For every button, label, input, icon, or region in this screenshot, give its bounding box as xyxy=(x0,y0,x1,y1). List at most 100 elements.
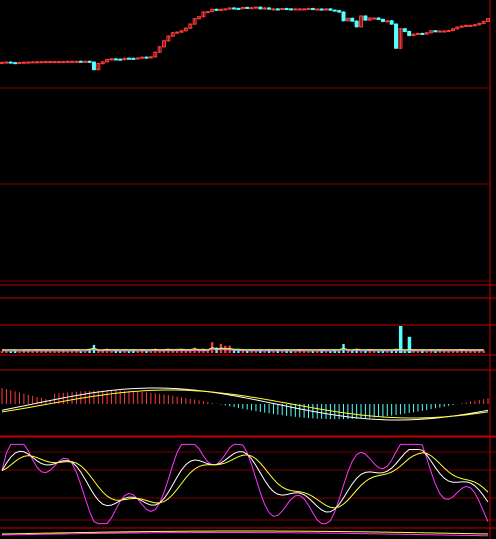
volume-bar xyxy=(346,351,350,353)
candle-body xyxy=(109,58,114,61)
candle-body xyxy=(315,8,320,11)
candle-body xyxy=(385,20,390,23)
volume-ma5-line xyxy=(2,347,484,351)
candle-body xyxy=(464,24,469,27)
kdj-lines xyxy=(1,443,489,525)
volume-bar xyxy=(377,351,380,353)
candle-body xyxy=(437,30,442,33)
candle-body xyxy=(232,7,237,10)
volume-bar xyxy=(311,351,315,353)
volume-bar xyxy=(44,351,47,353)
volume-bar xyxy=(97,351,100,353)
candle-body xyxy=(236,7,241,10)
candle-body xyxy=(87,60,92,63)
volume-bar xyxy=(302,351,306,353)
candle-body xyxy=(341,11,346,22)
volume-bar xyxy=(451,351,455,353)
candle-body xyxy=(350,17,355,22)
volume-bar xyxy=(57,351,61,353)
bottom-indicator xyxy=(1,530,489,537)
candle-body xyxy=(48,61,53,64)
volume-bar xyxy=(70,351,74,353)
candle-body xyxy=(52,61,57,64)
volume-bar xyxy=(127,351,131,353)
candle-body xyxy=(310,8,315,11)
volume-bar xyxy=(434,351,437,353)
volume-bar xyxy=(62,351,65,353)
volume-bar xyxy=(79,351,83,353)
candle-body xyxy=(415,32,420,35)
candle-body xyxy=(354,20,359,28)
volume-bar xyxy=(294,351,297,353)
candle-body xyxy=(39,61,44,64)
candle-body xyxy=(284,8,289,11)
price-candles xyxy=(0,6,490,71)
candle-body xyxy=(267,7,272,10)
volume-bar xyxy=(416,351,420,353)
candle-body xyxy=(319,8,324,11)
candle-body xyxy=(148,56,153,59)
volume-bars xyxy=(0,326,485,353)
candle-body xyxy=(459,25,464,28)
candle-body xyxy=(43,61,48,64)
volume-bar xyxy=(447,351,450,353)
candle-body xyxy=(83,60,88,63)
volume-bar xyxy=(403,351,407,353)
candle-body xyxy=(4,61,9,64)
candle-body xyxy=(118,58,123,61)
candle-body xyxy=(472,24,477,27)
candle-body xyxy=(363,15,368,21)
candle-body xyxy=(91,61,96,71)
candle-body xyxy=(17,62,22,65)
candle-body xyxy=(332,9,337,12)
candle-body xyxy=(74,60,79,63)
candle-body xyxy=(65,60,70,63)
candle-body xyxy=(56,61,61,64)
candle-body xyxy=(126,57,131,60)
macd-dif-line xyxy=(1,387,489,421)
volume-bar xyxy=(27,351,30,353)
volume-bar xyxy=(263,351,266,353)
candle-body xyxy=(288,8,293,11)
candle-body xyxy=(30,61,35,64)
candle-body xyxy=(0,61,4,64)
volume-bar xyxy=(22,351,26,353)
candle-body xyxy=(407,30,412,36)
candle-body xyxy=(13,62,18,65)
candle-body xyxy=(35,61,40,64)
candle-body xyxy=(78,60,83,63)
volume-bar xyxy=(316,351,319,353)
volume-bar xyxy=(13,351,17,353)
volume-bar xyxy=(307,351,310,353)
volume-bar xyxy=(48,351,52,353)
candle-body xyxy=(280,8,285,11)
volume-bar xyxy=(443,351,446,353)
candle-body xyxy=(433,30,438,33)
candle-body xyxy=(205,11,210,14)
candle-body xyxy=(302,8,307,11)
candle-body xyxy=(144,56,149,59)
chart-grid xyxy=(0,0,496,539)
volume-bar xyxy=(254,351,258,353)
candle-body xyxy=(468,24,473,27)
volume-bar xyxy=(5,351,8,353)
candle-body xyxy=(376,17,381,20)
candle-body xyxy=(446,30,451,33)
volume-bar xyxy=(31,351,34,353)
candle-body xyxy=(245,6,250,9)
volume-spike xyxy=(398,326,403,353)
kdj-j-line xyxy=(1,443,489,525)
candle-body xyxy=(258,6,263,10)
candle-body xyxy=(402,28,407,32)
volume-bar xyxy=(281,351,284,353)
candle-body xyxy=(61,61,66,64)
candle-body xyxy=(21,61,26,64)
kdj-k-line xyxy=(1,448,489,513)
candle-body xyxy=(113,58,118,61)
candle-body xyxy=(372,17,377,20)
volume-bar xyxy=(206,351,209,353)
volume-bar xyxy=(40,351,43,353)
candle-body xyxy=(227,7,232,10)
candle-body xyxy=(223,8,228,11)
candle-body xyxy=(262,7,267,10)
